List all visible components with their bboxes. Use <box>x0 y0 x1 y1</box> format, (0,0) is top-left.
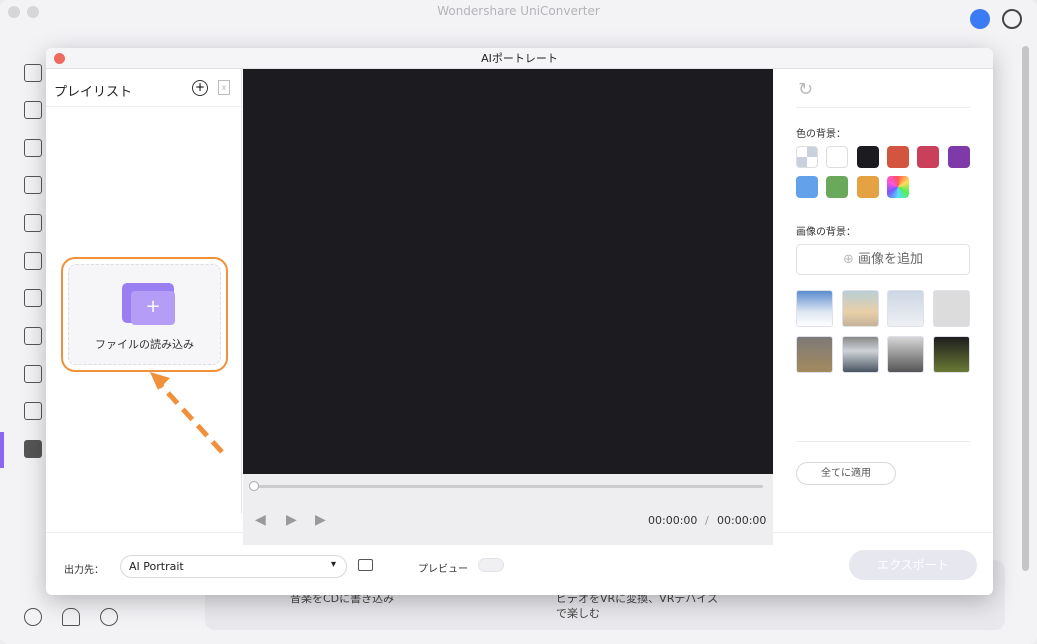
apply-all-button[interactable]: 全てに適用 <box>796 462 896 485</box>
scrollbar[interactable] <box>1022 46 1029 571</box>
color-swatch-white[interactable] <box>826 146 848 168</box>
merger-icon[interactable] <box>24 252 42 270</box>
folder-plus-icon: + <box>131 291 175 325</box>
thumbnail-office[interactable] <box>887 336 924 373</box>
screen-recorder-icon[interactable] <box>24 289 42 307</box>
add-image-button[interactable]: ⊕ 画像を追加 <box>796 244 970 275</box>
output-label: 出力先： <box>64 565 104 576</box>
video-preview <box>243 69 773 474</box>
color-swatch-crimson[interactable] <box>917 146 939 168</box>
downloader-icon[interactable] <box>24 139 42 157</box>
dialog-close-button[interactable] <box>54 53 65 64</box>
import-file-button[interactable]: + ファイルの読み込み <box>61 257 228 372</box>
color-swatch-black[interactable] <box>857 146 879 168</box>
total-time: 00:00:00 <box>717 514 767 527</box>
preview-label: プレビュー <box>418 564 468 575</box>
help-icon[interactable] <box>24 608 42 626</box>
progress-track[interactable] <box>253 485 763 488</box>
arrow-annotation <box>150 372 224 454</box>
thumbnail-plants-night[interactable] <box>933 336 970 373</box>
player-icon[interactable] <box>24 365 42 383</box>
folder-open-icon[interactable] <box>358 559 373 571</box>
toolbox-icon[interactable] <box>24 440 42 458</box>
active-indicator <box>0 432 4 468</box>
color-swatch-transparent[interactable] <box>796 146 818 168</box>
color-swatch-blue[interactable] <box>796 176 818 198</box>
color-bg-label: 色の背景： <box>796 129 846 140</box>
progress-knob[interactable] <box>249 481 259 491</box>
bg-card-text: で楽しむ <box>556 607 600 620</box>
play-icon[interactable]: ▶ <box>286 512 297 528</box>
output-select[interactable]: AI Portrait ▾ <box>120 555 347 578</box>
converter-icon[interactable] <box>24 101 42 119</box>
bell-icon[interactable] <box>62 608 80 626</box>
divider <box>796 441 970 442</box>
settings-panel: ↻ 色の背景： 画像の背景： ⊕ 画像を追加 全てに適用 <box>774 69 993 513</box>
color-swatch-orange-red[interactable] <box>887 146 909 168</box>
time-separator: / <box>705 514 709 527</box>
playlist-title: プレイリスト <box>46 69 241 107</box>
feedback-icon[interactable] <box>100 608 118 626</box>
support-headset-icon[interactable] <box>1002 9 1022 29</box>
home-icon[interactable] <box>24 64 42 82</box>
color-swatch-green[interactable] <box>826 176 848 198</box>
chevron-down-icon: ▾ <box>330 559 336 570</box>
thumbnail-white-room[interactable] <box>887 290 924 327</box>
add-image-label: 画像を追加 <box>858 252 924 267</box>
preview-toggle[interactable] <box>478 558 504 572</box>
output-value: AI Portrait <box>129 560 184 573</box>
color-swatch-custom[interactable] <box>887 176 909 198</box>
thumbnail-lobby[interactable] <box>796 336 833 373</box>
plus-circle-icon: ⊕ <box>842 252 858 267</box>
import-label: ファイルの読み込み <box>95 338 194 351</box>
image-bg-label: 画像の背景： <box>796 227 856 238</box>
current-time: 00:00:00 <box>648 514 698 527</box>
dialog-title: AIポートレート <box>46 48 993 69</box>
add-file-icon[interactable]: + <box>192 80 208 96</box>
thumbnail-beach[interactable] <box>842 290 879 327</box>
divider <box>796 107 970 108</box>
thumbnail-meeting-room[interactable] <box>842 336 879 373</box>
thumbnail-wall-decor[interactable] <box>933 290 970 327</box>
video-editor-icon[interactable] <box>24 176 42 194</box>
reset-icon[interactable]: ↻ <box>798 79 813 100</box>
export-button[interactable]: エクスポート <box>849 550 977 580</box>
thumbnail-mountains[interactable] <box>796 290 833 327</box>
trash-icon[interactable]: x <box>218 80 230 95</box>
color-swatch-purple[interactable] <box>948 146 970 168</box>
color-swatch-amber[interactable] <box>857 176 879 198</box>
dvd-burner-icon[interactable] <box>24 327 42 345</box>
app-title: Wondershare UniConverter <box>437 4 600 18</box>
account-icon[interactable] <box>970 9 990 29</box>
prev-frame-icon[interactable]: ◀ <box>255 512 266 528</box>
dialog-footer: 出力先： AI Portrait ▾ プレビュー エクスポート <box>46 532 993 595</box>
ai-portrait-dialog: AIポートレート プレイリスト + x + ファイルの読み込み ◀ ▶ ▶ 00… <box>46 48 993 595</box>
tv-icon[interactable] <box>24 402 42 420</box>
scissors-icon[interactable] <box>24 214 42 232</box>
next-frame-icon[interactable]: ▶ <box>315 512 326 528</box>
